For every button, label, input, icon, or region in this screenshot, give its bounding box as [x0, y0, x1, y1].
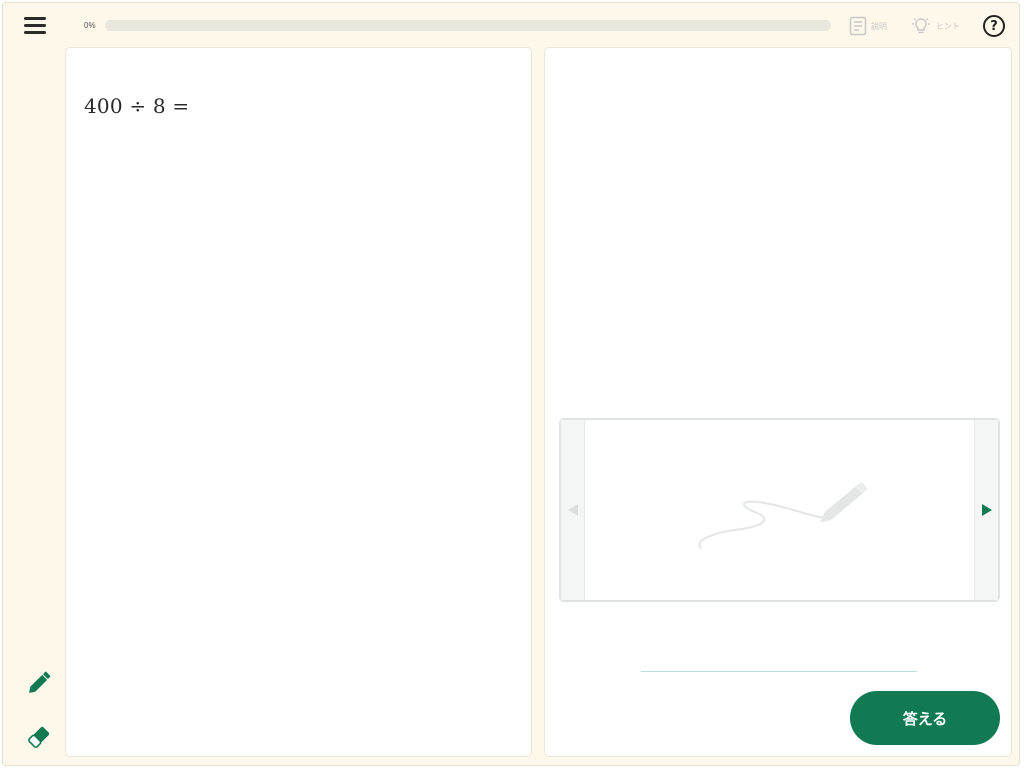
- lightbulb-icon: [912, 18, 930, 34]
- canvas-prev-button[interactable]: [561, 420, 585, 600]
- hamburger-menu-icon: [24, 17, 46, 20]
- triangle-left-icon: [567, 504, 578, 516]
- canvas-draw-area[interactable]: [585, 420, 974, 600]
- explain-button[interactable]: 説明: [849, 14, 887, 38]
- eraser-icon: [28, 726, 50, 748]
- canvas-next-button[interactable]: [974, 420, 998, 600]
- menu-button[interactable]: [24, 17, 46, 35]
- explain-label: 説明: [871, 21, 887, 31]
- pencil-tool-button[interactable]: [26, 670, 52, 696]
- handwriting-placeholder-icon: [698, 482, 868, 549]
- help-button[interactable]: ?: [983, 15, 1005, 37]
- eraser-tool-button[interactable]: [26, 724, 52, 750]
- pencil-icon: [29, 671, 51, 693]
- answer-button[interactable]: 答える: [850, 691, 1000, 745]
- document-icon: [849, 16, 867, 36]
- answer-panel: 答える: [544, 47, 1012, 757]
- hint-label: ヒント: [936, 21, 960, 31]
- hint-button[interactable]: ヒント: [910, 14, 960, 38]
- handwriting-canvas[interactable]: [559, 418, 1000, 602]
- question-text: 400 ÷ 8 =: [84, 94, 190, 118]
- app-frame: 0% 説明 ヒント ? 400 ÷ 8 = 答える: [2, 2, 1020, 766]
- question-circle-icon: ?: [990, 18, 998, 34]
- progress-bar: [105, 20, 831, 31]
- triangle-right-icon: [981, 504, 992, 516]
- question-panel: 400 ÷ 8 =: [65, 47, 532, 757]
- answer-underline: [641, 671, 917, 672]
- progress-percent: 0%: [84, 21, 96, 30]
